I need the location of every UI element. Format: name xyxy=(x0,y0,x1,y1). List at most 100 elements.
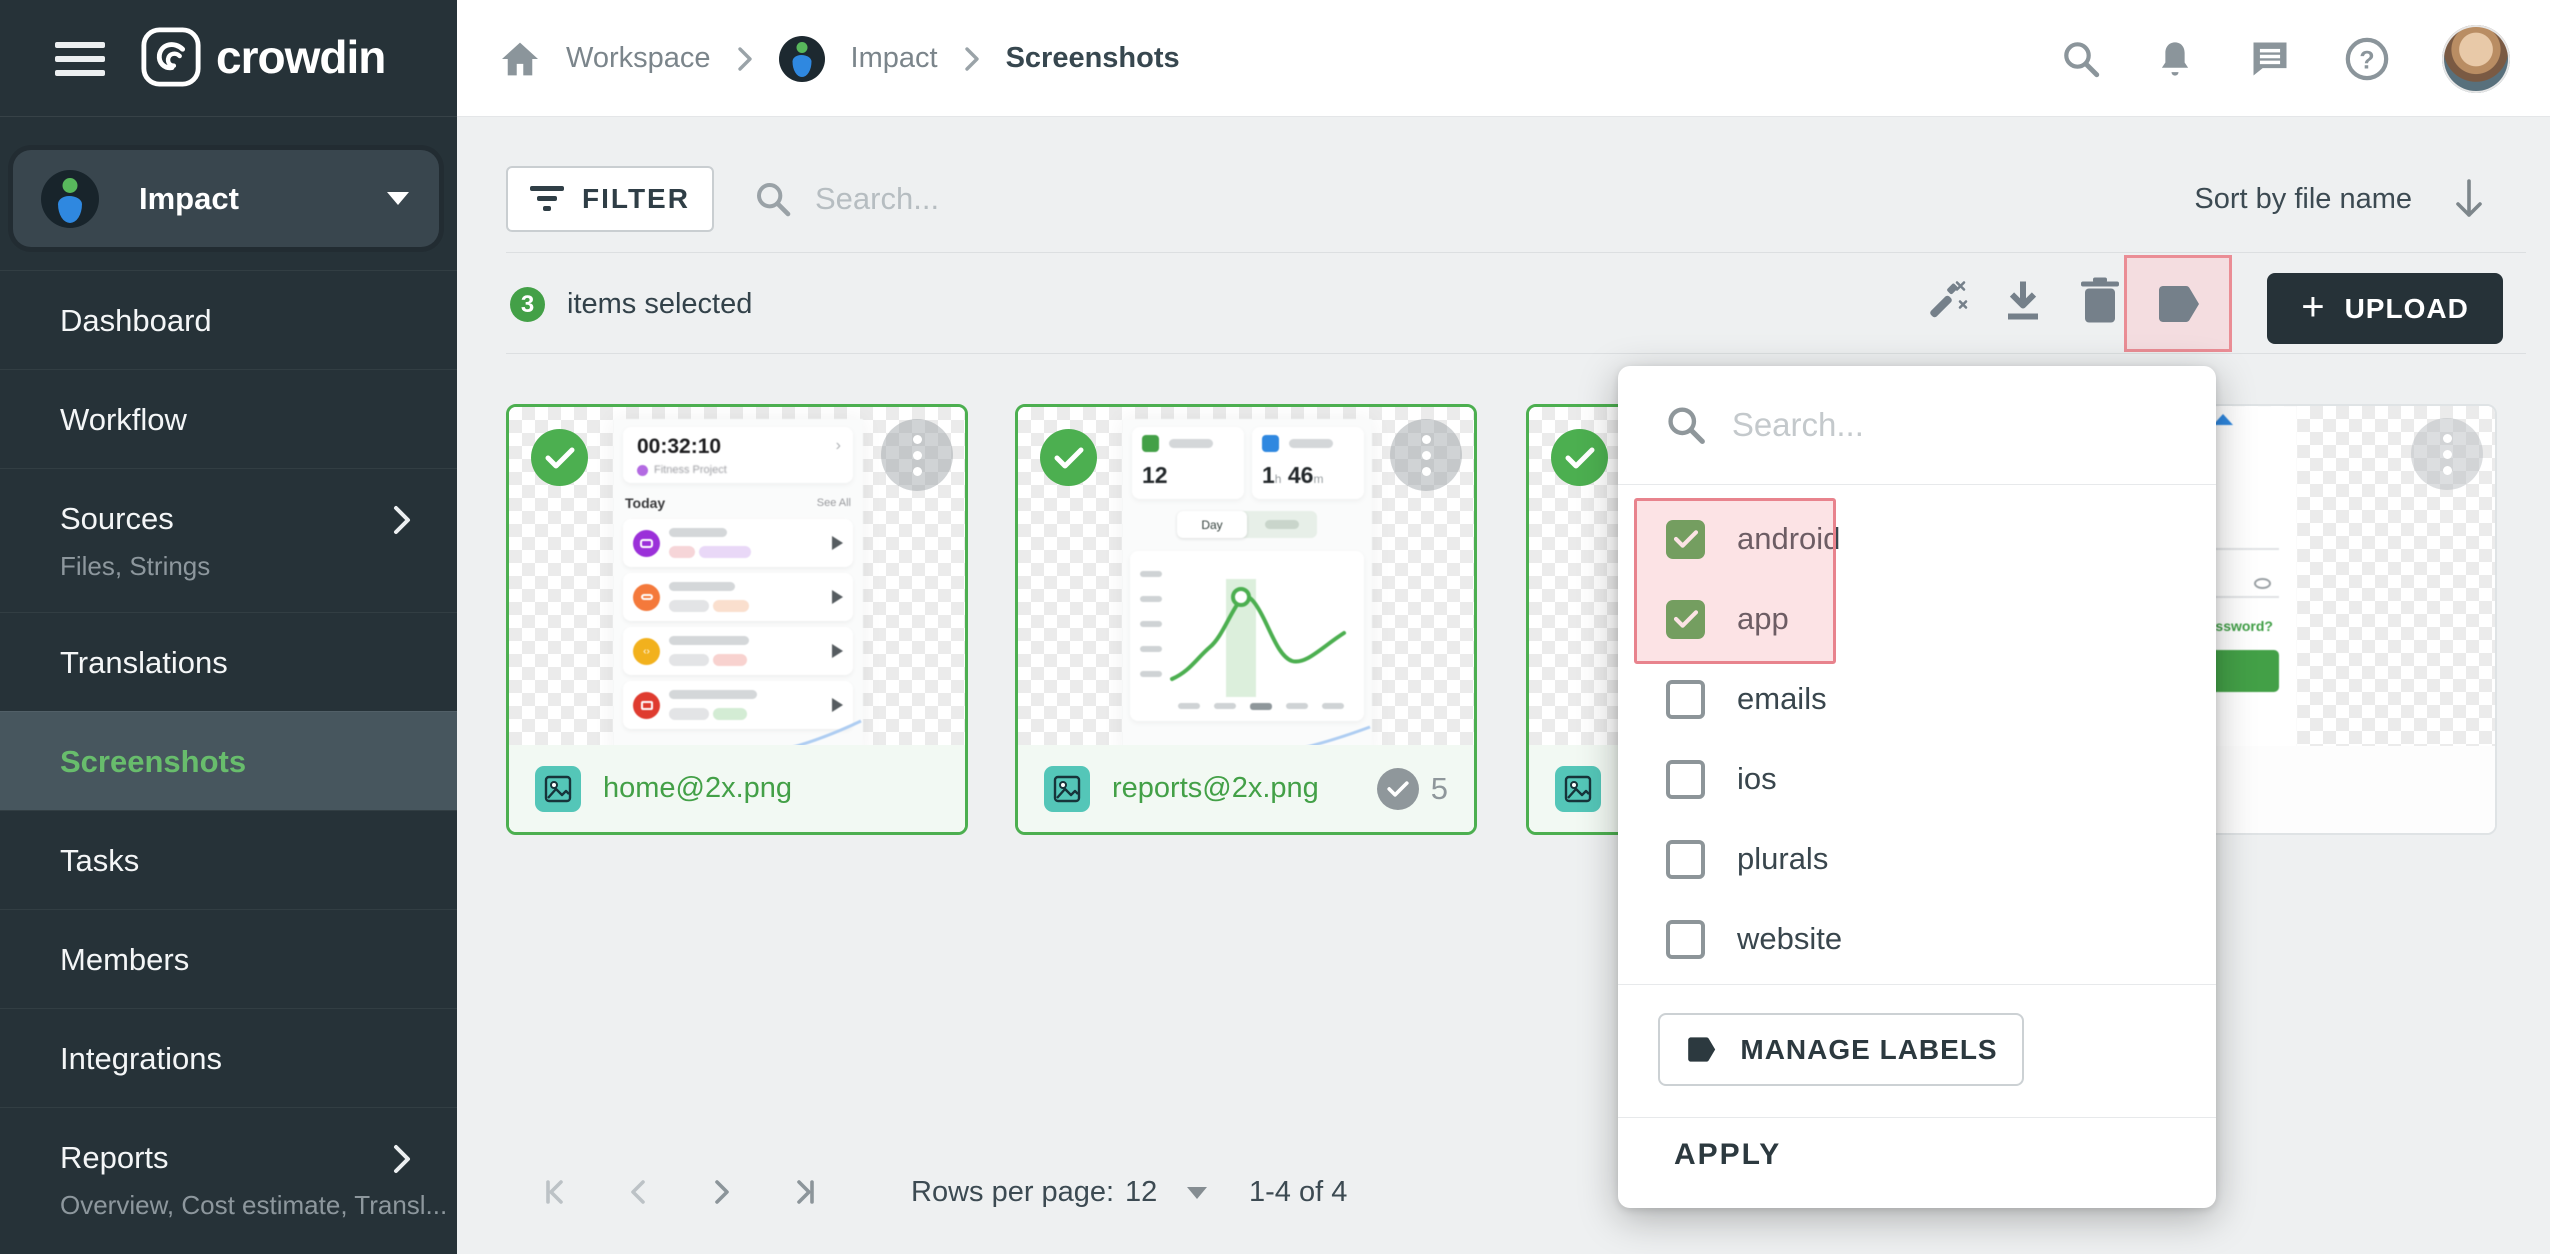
notifications-bell-icon[interactable] xyxy=(2154,38,2196,80)
selected-check-icon[interactable] xyxy=(1040,429,1097,486)
breadcrumb: Workspace Impact Screenshots xyxy=(500,0,1180,117)
rows-per-page-caret-icon[interactable] xyxy=(1187,1187,1207,1199)
rows-per-page-value[interactable]: 12 xyxy=(1125,1176,1157,1209)
last-page-icon[interactable] xyxy=(785,1174,821,1210)
breadcrumb-project[interactable]: Impact xyxy=(851,42,938,75)
card-footer: home@2x.png xyxy=(509,745,965,832)
sidebar-item-members[interactable]: Members xyxy=(0,909,457,1008)
sort-control[interactable]: Sort by file name xyxy=(2194,166,2486,232)
label-dropdown: android app emails ios plurals xyxy=(1618,366,2216,1208)
thumb-timer: 00:32:10 xyxy=(637,435,721,459)
arrow-down-icon xyxy=(2452,177,2486,221)
thumb-day-label: Day xyxy=(1177,511,1247,538)
filter-button[interactable]: FILTER xyxy=(506,166,714,232)
assign-label-button-highlighted[interactable] xyxy=(2124,255,2232,352)
card-menu-icon[interactable] xyxy=(1390,419,1462,491)
home-icon[interactable] xyxy=(500,41,540,77)
sidebar-item-screenshots[interactable]: Screenshots xyxy=(0,711,457,810)
label-option-android[interactable]: android xyxy=(1618,499,2216,579)
thumb-stat-completed: 12 xyxy=(1142,462,1234,489)
sidebar-item-subtitle: Files, Strings xyxy=(60,551,457,582)
label-search-input[interactable] xyxy=(1732,406,2170,444)
chevron-down-icon xyxy=(387,192,409,205)
divider xyxy=(1618,984,2216,985)
chevron-right-icon xyxy=(964,46,980,72)
upload-button[interactable]: + UPLOAD xyxy=(2267,273,2503,344)
divider xyxy=(506,252,2526,253)
plus-icon: + xyxy=(2301,287,2324,327)
apply-button[interactable]: APPLY xyxy=(1674,1138,1781,1172)
breadcrumb-workspace[interactable]: Workspace xyxy=(566,42,711,75)
sidebar-item-integrations[interactable]: Integrations xyxy=(0,1008,457,1107)
crowdin-logo-icon xyxy=(140,26,202,88)
project-avatar-small xyxy=(779,36,825,82)
sidebar-item-subtitle: Overview, Cost estimate, Transl... xyxy=(60,1190,457,1221)
image-file-icon xyxy=(1044,766,1090,812)
sidebar-item-translations[interactable]: Translations xyxy=(0,612,457,711)
checkbox-checked-icon[interactable] xyxy=(1666,520,1705,559)
sidebar-item-reports[interactable]: Reports Overview, Cost estimate, Transl.… xyxy=(0,1107,457,1251)
main-content: FILTER Sort by file name 3 items selecte… xyxy=(457,117,2550,1254)
sidebar-item-dashboard[interactable]: Dashboard xyxy=(0,270,457,369)
pagination: Rows per page: 12 1-4 of 4 xyxy=(457,1157,2550,1227)
thumb-project-name: Fitness Project xyxy=(654,464,727,476)
selected-check-icon[interactable] xyxy=(531,429,588,486)
checkbox-unchecked-icon[interactable] xyxy=(1666,680,1705,719)
label-tag-icon xyxy=(2153,284,2203,324)
search-icon xyxy=(1664,403,1708,447)
tagged-strings-badge: 5 xyxy=(1377,768,1448,810)
auto-tag-wand-icon[interactable] xyxy=(1920,277,1970,332)
search-icon[interactable] xyxy=(2060,38,2102,80)
hamburger-menu-icon[interactable] xyxy=(55,42,105,76)
pagination-range: 1-4 of 4 xyxy=(1249,1176,1347,1209)
screenshot-filename[interactable]: reports@2x.png xyxy=(1112,772,1319,805)
breadcrumb-page: Screenshots xyxy=(1006,42,1180,75)
search-input[interactable] xyxy=(815,181,1615,217)
label-option-website[interactable]: website xyxy=(1618,899,2216,979)
next-page-icon[interactable] xyxy=(703,1174,739,1210)
topbar: Workspace Impact Screenshots ? xyxy=(457,0,2550,117)
help-icon[interactable]: ? xyxy=(2344,36,2390,82)
label-option-emails[interactable]: emails xyxy=(1618,659,2216,739)
checkbox-unchecked-icon[interactable] xyxy=(1666,760,1705,799)
previous-page-icon[interactable] xyxy=(621,1174,657,1210)
first-page-icon[interactable] xyxy=(539,1174,575,1210)
checkbox-unchecked-icon[interactable] xyxy=(1666,840,1705,879)
crowdin-screenshots-page: crowdin Impact Dashboard Workflow Source… xyxy=(0,0,2550,1254)
thumb-seeall-label: See All xyxy=(817,497,851,509)
checkbox-unchecked-icon[interactable] xyxy=(1666,920,1705,959)
card-menu-icon[interactable] xyxy=(2411,418,2483,490)
rows-per-page-label: Rows per page: xyxy=(911,1176,1114,1209)
label-option-plurals[interactable]: plurals xyxy=(1618,819,2216,899)
screenshot-filename[interactable]: home@2x.png xyxy=(603,772,792,805)
messages-chat-icon[interactable] xyxy=(2248,37,2292,81)
crowdin-logo[interactable]: crowdin xyxy=(140,26,385,88)
screenshot-card-home[interactable]: 00:32:10 › Fitness Project Today See All xyxy=(506,404,968,835)
screenshot-card-reports[interactable]: 12 1h 46m Day xyxy=(1015,404,1477,835)
sidebar-item-tasks[interactable]: Tasks xyxy=(0,810,457,909)
selected-count-badge: 3 xyxy=(510,287,545,322)
image-file-icon xyxy=(1555,766,1601,812)
checkbox-checked-icon[interactable] xyxy=(1666,600,1705,639)
thumb-today-label: Today xyxy=(625,495,665,511)
delete-trash-icon[interactable] xyxy=(2079,277,2121,332)
sidebar-item-sources[interactable]: Sources Files, Strings xyxy=(0,468,457,612)
search-icon xyxy=(753,179,793,219)
user-avatar[interactable] xyxy=(2442,25,2510,93)
sidebar-nav: Dashboard Workflow Sources Files, String… xyxy=(0,270,457,1251)
label-option-app[interactable]: app xyxy=(1618,579,2216,659)
download-icon[interactable] xyxy=(2000,278,2046,331)
card-menu-icon[interactable] xyxy=(881,419,953,491)
screenshot-thumbnail: 00:32:10 › Fitness Project Today See All xyxy=(509,407,965,748)
divider xyxy=(1618,1117,2216,1118)
label-option-ios[interactable]: ios xyxy=(1618,739,2216,819)
manage-labels-button[interactable]: MANAGE LABELS xyxy=(1658,1013,2024,1086)
thumb-stat-duration-h: 1 xyxy=(1262,462,1275,488)
chevron-right-icon xyxy=(737,46,753,72)
project-selector[interactable]: Impact xyxy=(13,150,439,247)
sidebar-item-workflow[interactable]: Workflow xyxy=(0,369,457,468)
selected-check-icon[interactable] xyxy=(1551,429,1608,486)
label-list: android app emails ios plurals xyxy=(1618,499,2216,979)
toolbar-search xyxy=(753,166,1653,232)
card-footer: reports@2x.png 5 xyxy=(1018,745,1474,832)
